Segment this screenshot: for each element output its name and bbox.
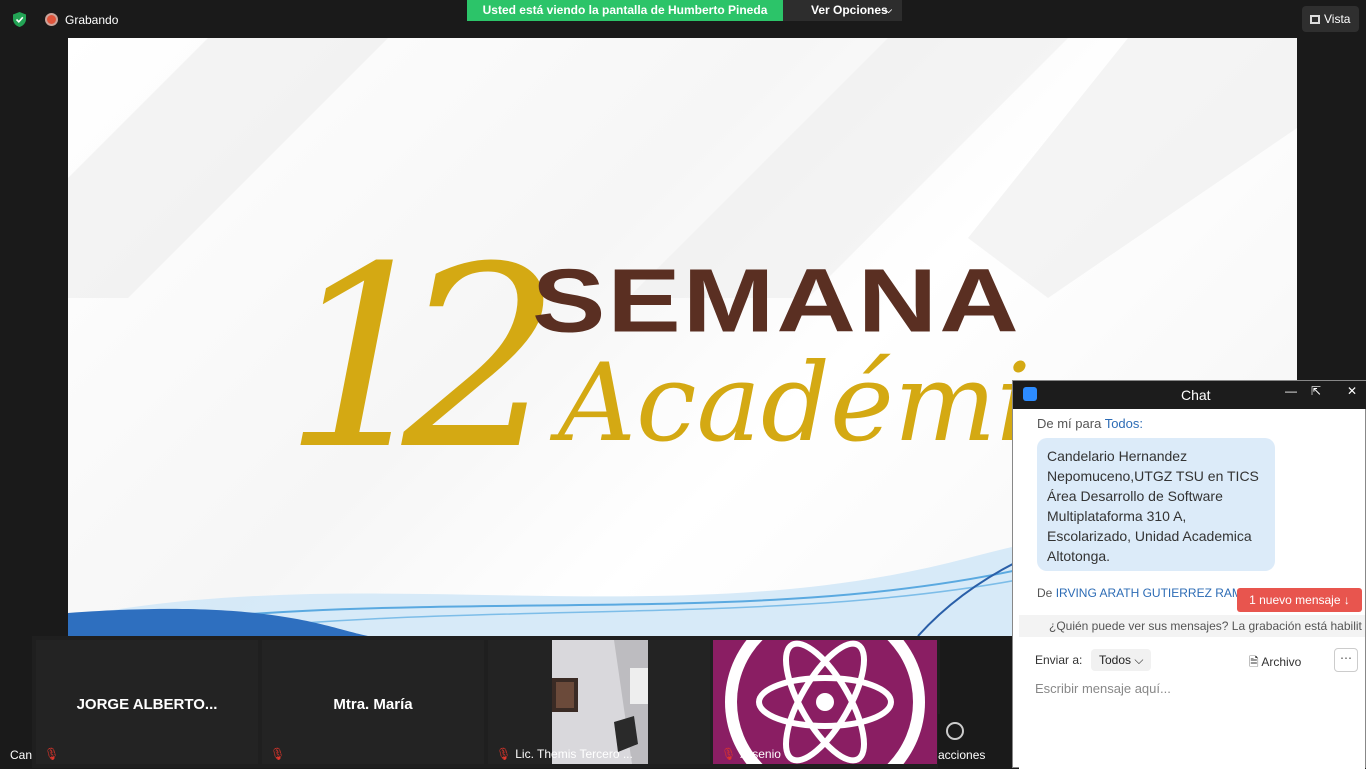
- slide-title: SEMANA: [532, 250, 1021, 352]
- smiley-icon: [946, 722, 964, 740]
- slide-number: 12: [283, 213, 561, 504]
- zoom-app-icon: [1023, 387, 1037, 401]
- reactions-label: acciones: [938, 748, 986, 762]
- arrow-down-icon: ↓: [1343, 593, 1350, 607]
- camera-scene: [552, 640, 648, 764]
- file-button[interactable]: 🗎 Archivo: [1249, 653, 1301, 674]
- mic-muted-icon: 🎙: [44, 747, 60, 761]
- view-label: Vista: [1324, 12, 1351, 26]
- participant-name: JORGE ALBERTO...: [76, 696, 218, 713]
- message-input[interactable]: [1035, 681, 1345, 696]
- send-to-label: Enviar a:: [1035, 653, 1083, 667]
- participant-label-cut: Can: [10, 748, 33, 762]
- participant-tile[interactable]: JORGE ALBERTO... 🎙: [36, 640, 258, 764]
- chat-panel: Chat — ⇱ ✕ De mí para Todos: Candelario …: [1012, 380, 1366, 769]
- recording-label: Grabando: [65, 13, 119, 27]
- participant-tile-video[interactable]: 🎙 Lic. Themis Tercero ...: [488, 640, 710, 764]
- message-header: De mí para Todos:: [1037, 416, 1143, 431]
- message-header: De IRVING ARATH GUTIERREZ RAM: [1037, 586, 1267, 600]
- mic-muted-icon: 🎙: [496, 747, 512, 761]
- chevron-down-icon: ⌵: [1134, 653, 1144, 667]
- minimize-icon[interactable]: —: [1285, 384, 1297, 398]
- participant-name: Mtra. María: [333, 696, 413, 713]
- participant-label: 🎙 Lic. Themis Tercero ...: [496, 747, 633, 761]
- chat-title: Chat: [1181, 387, 1211, 403]
- participant-label: 🎙 Arsenio: [721, 747, 781, 761]
- recipient-value: Todos: [1099, 653, 1132, 667]
- viewing-screen-banner: Usted está viendo la pantalla de Humbert…: [467, 0, 783, 21]
- participant-name: Arsenio: [740, 747, 781, 761]
- mic-muted-icon: 🎙: [721, 747, 737, 761]
- gallery-strip: JORGE ALBERTO... 🎙 Mtra. María 🎙 🎙 Lic. T…: [32, 636, 940, 768]
- recording-icon: [45, 13, 58, 26]
- participant-tile-avatar[interactable]: 🎙 Arsenio: [713, 640, 937, 764]
- security-shield-icon[interactable]: [11, 11, 28, 28]
- view-options-label: Ver Opciones: [811, 3, 888, 17]
- file-icon: 🗎: [1249, 655, 1259, 669]
- popout-icon[interactable]: ⇱: [1311, 384, 1321, 398]
- more-options-button[interactable]: ⋯: [1334, 648, 1358, 672]
- reactions-button[interactable]: acciones: [938, 714, 1012, 768]
- meeting-topbar: Grabando Usted está viendo la pantalla d…: [0, 0, 1366, 38]
- participant-name: Lic. Themis Tercero ...: [515, 747, 633, 761]
- muted-mic: 🎙: [270, 747, 289, 761]
- view-options-button[interactable]: Ver Opciones ⌵: [783, 0, 902, 21]
- grid-view-icon: [1310, 15, 1320, 24]
- chat-titlebar: Chat — ⇱ ✕: [1013, 381, 1366, 409]
- file-label: Archivo: [1261, 655, 1302, 669]
- muted-mic: 🎙: [44, 747, 63, 761]
- chevron-down-icon: ⌵: [885, 5, 892, 15]
- participant-avatar: [713, 640, 937, 764]
- message-from-prefix: De mí para: [1037, 416, 1102, 431]
- view-button[interactable]: Vista: [1302, 6, 1359, 32]
- message-recipient[interactable]: Todos:: [1105, 416, 1143, 431]
- message-from-prefix: De: [1037, 586, 1053, 600]
- close-icon[interactable]: ✕: [1347, 384, 1357, 398]
- new-message-label: 1 nuevo mensaje: [1249, 593, 1341, 607]
- recipient-dropdown[interactable]: Todos ⌵: [1091, 649, 1152, 671]
- atom-logo-icon: [713, 640, 937, 764]
- chat-messages: De mí para Todos: Candelario Hernandez N…: [1019, 409, 1365, 769]
- camera-feed: [552, 640, 648, 764]
- participant-tile[interactable]: Mtra. María 🎙: [262, 640, 484, 764]
- message-bubble: Candelario Hernandez Nepomuceno,UTGZ TSU…: [1037, 438, 1275, 571]
- mic-muted-icon: 🎙: [270, 747, 286, 761]
- message-sender[interactable]: IRVING ARATH GUTIERREZ RAM: [1056, 586, 1242, 600]
- visibility-notice[interactable]: ¿Quién puede ver sus mensajes? La grabac…: [1019, 615, 1365, 637]
- new-message-button[interactable]: 1 nuevo mensaje ↓: [1237, 588, 1362, 612]
